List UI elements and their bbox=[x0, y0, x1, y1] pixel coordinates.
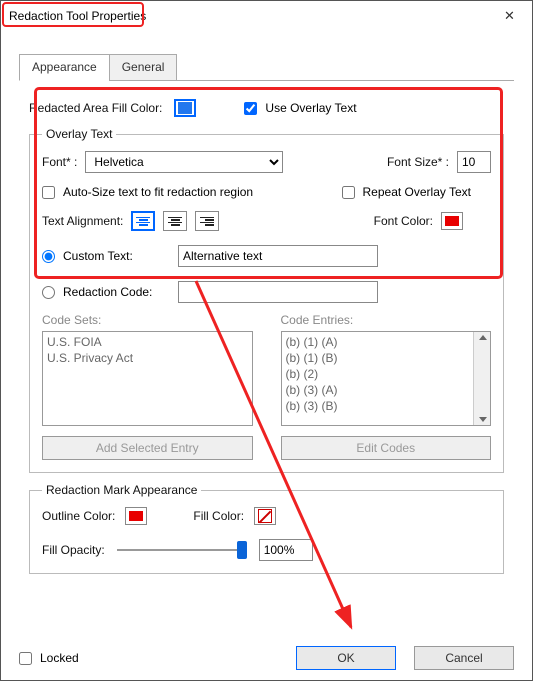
tab-strip: Appearance General bbox=[19, 53, 514, 81]
font-select[interactable]: Helvetica bbox=[85, 151, 283, 173]
outline-color-label: Outline Color: bbox=[42, 509, 115, 523]
list-item[interactable]: (b) (3) (B) bbox=[286, 398, 487, 414]
outline-color-swatch[interactable] bbox=[125, 507, 147, 525]
custom-text-input[interactable] bbox=[178, 245, 378, 267]
tab-body: Redacted Area Fill Color: Use Overlay Te… bbox=[19, 81, 514, 594]
code-sets-list[interactable]: U.S. FOIA U.S. Privacy Act bbox=[42, 331, 253, 426]
mark-fill-color-swatch[interactable] bbox=[254, 507, 276, 525]
font-label: Font* : bbox=[42, 155, 77, 169]
close-icon[interactable]: ✕ bbox=[487, 1, 532, 31]
use-overlay-checkbox[interactable]: Use Overlay Text bbox=[244, 101, 356, 115]
custom-text-radio[interactable]: Custom Text: bbox=[42, 249, 170, 263]
align-center-button[interactable] bbox=[163, 211, 187, 231]
ok-button[interactable]: OK bbox=[296, 646, 396, 670]
list-item[interactable]: (b) (1) (A) bbox=[286, 334, 487, 350]
fill-opacity-label: Fill Opacity: bbox=[42, 543, 105, 557]
overlay-legend: Overlay Text bbox=[42, 127, 116, 141]
repeat-overlay-checkbox[interactable]: Repeat Overlay Text bbox=[342, 185, 472, 199]
font-color-swatch[interactable] bbox=[441, 212, 463, 230]
overlay-text-group: Overlay Text Font* : Helvetica Font Size… bbox=[29, 127, 504, 473]
text-align-label: Text Alignment: bbox=[42, 214, 123, 228]
redaction-code-input bbox=[178, 281, 378, 303]
mark-legend: Redaction Mark Appearance bbox=[42, 483, 201, 497]
window-title: Redaction Tool Properties bbox=[9, 9, 146, 23]
locked-checkbox[interactable]: Locked bbox=[19, 651, 79, 665]
code-entries-label: Code Entries: bbox=[281, 313, 492, 327]
font-size-input[interactable] bbox=[457, 151, 491, 173]
list-item[interactable]: (b) (1) (B) bbox=[286, 350, 487, 366]
code-sets-label: Code Sets: bbox=[42, 313, 253, 327]
scrollbar[interactable] bbox=[473, 332, 490, 425]
align-right-button[interactable] bbox=[195, 211, 219, 231]
fill-color-swatch[interactable] bbox=[174, 99, 196, 117]
add-selected-entry-button: Add Selected Entry bbox=[42, 436, 253, 460]
font-color-label: Font Color: bbox=[374, 214, 433, 228]
mark-appearance-group: Redaction Mark Appearance Outline Color:… bbox=[29, 483, 504, 574]
mark-fill-color-label: Fill Color: bbox=[193, 509, 244, 523]
list-item[interactable]: (b) (3) (A) bbox=[286, 382, 487, 398]
fill-opacity-slider[interactable] bbox=[117, 549, 247, 551]
font-size-label: Font Size* : bbox=[387, 155, 449, 169]
tab-general[interactable]: General bbox=[109, 54, 178, 81]
dialog-footer: Locked OK Cancel bbox=[19, 646, 514, 670]
list-item[interactable]: U.S. FOIA bbox=[47, 334, 248, 350]
auto-size-checkbox[interactable]: Auto-Size text to fit redaction region bbox=[42, 185, 253, 199]
title-bar: Redaction Tool Properties ✕ bbox=[1, 1, 532, 31]
tab-appearance[interactable]: Appearance bbox=[19, 54, 110, 81]
edit-codes-button: Edit Codes bbox=[281, 436, 492, 460]
fill-color-label: Redacted Area Fill Color: bbox=[29, 101, 162, 115]
list-item[interactable]: U.S. Privacy Act bbox=[47, 350, 248, 366]
code-entries-list[interactable]: (b) (1) (A) (b) (1) (B) (b) (2) (b) (3) … bbox=[281, 331, 492, 426]
fill-opacity-input[interactable] bbox=[259, 539, 313, 561]
redaction-code-radio[interactable]: Redaction Code: bbox=[42, 285, 170, 299]
align-left-button[interactable] bbox=[131, 211, 155, 231]
cancel-button[interactable]: Cancel bbox=[414, 646, 514, 670]
list-item[interactable]: (b) (2) bbox=[286, 366, 487, 382]
